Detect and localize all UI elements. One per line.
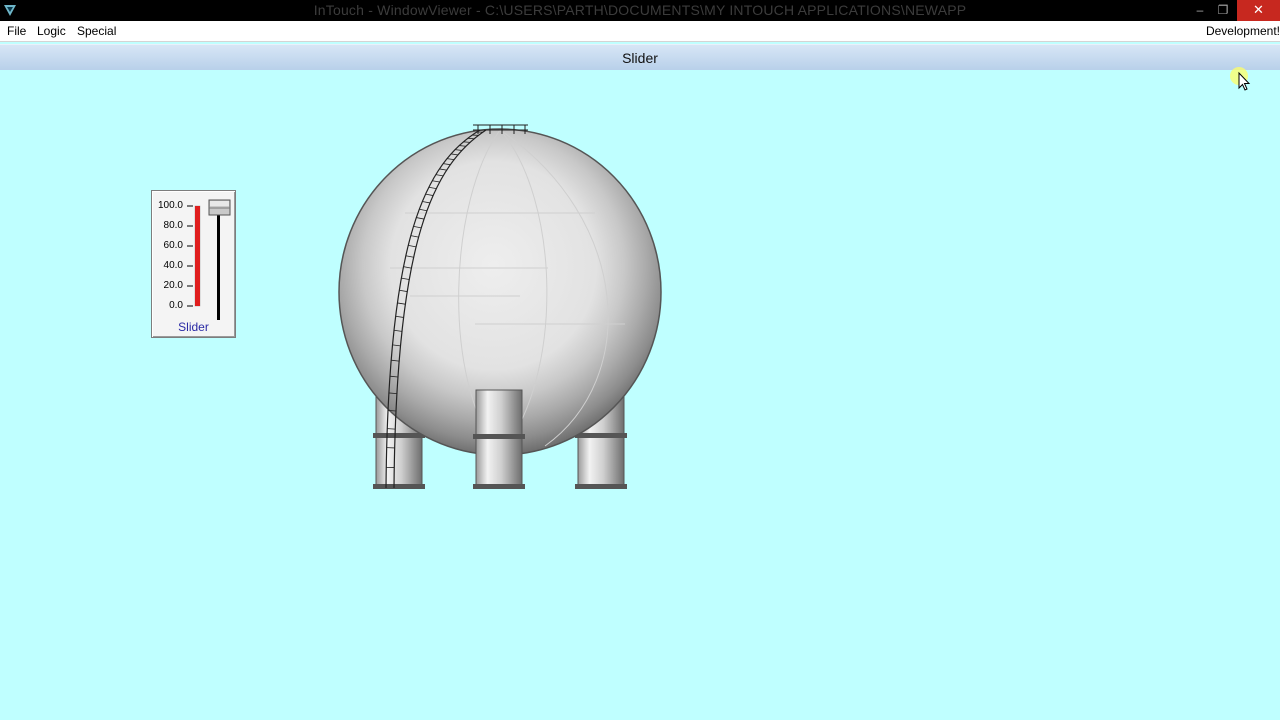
restore-icon[interactable]: ❐	[1208, 0, 1238, 21]
spherical-tank	[338, 124, 662, 489]
slider-widget: 100.0 80.0 60.0 40.0 20.0 0.0 Slider	[151, 190, 236, 338]
window-name: Slider	[622, 50, 658, 66]
level-bar	[195, 206, 200, 306]
menu-logic[interactable]: Logic	[37, 24, 66, 38]
window-header: Slider	[0, 44, 1280, 72]
slider-label: Slider	[178, 320, 209, 334]
tank-leg-center	[473, 389, 525, 489]
menu-file[interactable]: File	[7, 24, 26, 38]
slider-handle[interactable]	[208, 199, 232, 217]
menu-bar: File Logic Special Development!	[0, 21, 1280, 42]
menu-development[interactable]: Development!	[1206, 24, 1280, 38]
title-bar: InTouch - WindowViewer - C:\USERS\PARTH\…	[0, 0, 1280, 21]
slider-track[interactable]	[217, 203, 220, 320]
window-title: InTouch - WindowViewer - C:\USERS\PARTH\…	[313, 2, 967, 18]
mouse-cursor-icon	[1230, 67, 1251, 91]
menu-special[interactable]: Special	[77, 24, 116, 38]
close-icon[interactable]: ✕	[1237, 0, 1280, 21]
